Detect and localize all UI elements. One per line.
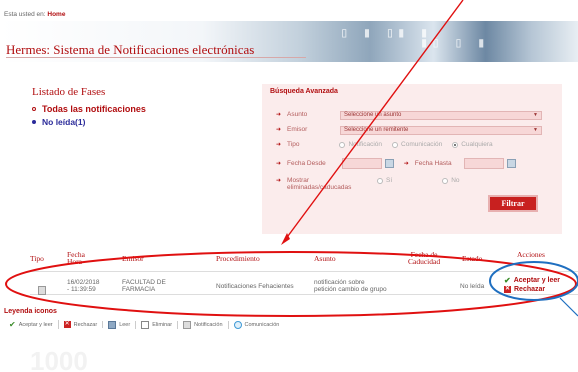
phase-unread[interactable]: No leída(1) xyxy=(32,117,146,127)
th-acciones: Acciones xyxy=(517,250,545,259)
mostrar-row: ➜ Mostrar eliminadas/caducadas Sí No xyxy=(276,177,470,191)
accept-icon: ✔ xyxy=(9,320,16,329)
arrow-icon: ➜ xyxy=(276,142,282,148)
fecha-hasta-label: Fecha Hasta xyxy=(414,160,452,167)
mostrar-label: Mostrar eliminadas/caducadas xyxy=(287,177,352,191)
fecha-hasta-input[interactable] xyxy=(463,158,504,169)
advanced-search-title: Búsqueda Avanzada xyxy=(270,88,338,95)
banner-decoration: ▯ ▮ ▯▮ ▮ xyxy=(340,25,432,41)
legend-item-communication: Comunicación xyxy=(229,320,285,329)
calendar-icon[interactable] xyxy=(384,159,394,168)
annotation-blue-line xyxy=(559,297,578,317)
bullet-icon xyxy=(32,120,36,124)
legend-item-notification: Notificación xyxy=(178,320,229,329)
table-header: Tipo Fecha Hora Emisor Procedimiento Asun… xyxy=(0,250,578,270)
delete-icon xyxy=(141,320,150,329)
filter-button[interactable]: Filtrar xyxy=(488,195,538,212)
bullet-icon xyxy=(32,107,36,111)
chevron-down-icon: ▼ xyxy=(533,112,538,118)
arrow-icon: ➜ xyxy=(276,178,282,184)
advanced-search-panel: Búsqueda Avanzada ➜ Asunto Seleccione un… xyxy=(262,84,562,234)
notification-icon xyxy=(38,286,46,295)
cell-fecha: 16/02/2018- 11:39:59 xyxy=(67,279,100,293)
fecha-desde-input[interactable] xyxy=(341,158,382,169)
th-asunto: Asunto xyxy=(314,254,336,263)
watermark: 1000 xyxy=(30,346,88,372)
arrow-icon: ➜ xyxy=(403,161,409,167)
legend-item-accept: ✔ Aceptar y leer xyxy=(4,320,59,329)
legend-title: Leyenda iconos xyxy=(4,308,57,315)
reject-link[interactable]: ✕ Rechazar xyxy=(504,286,545,293)
emisor-label: Emisor xyxy=(287,126,308,133)
mostrar-radio-si[interactable]: Sí xyxy=(377,177,392,184)
breadcrumb: Esta usted en: Home xyxy=(4,11,65,18)
accept-read-link[interactable]: ✔ Aceptar y leer xyxy=(504,276,560,285)
calendar-icon[interactable] xyxy=(506,159,516,168)
asunto-row: ➜ Asunto xyxy=(276,111,307,118)
th-caducidad: Fecha de Caducidad xyxy=(408,250,441,266)
cell-estado: No leída xyxy=(460,283,485,290)
communication-icon xyxy=(233,320,242,329)
tipo-row: ➜ Tipo Notificación Comunicación Cualqui… xyxy=(276,141,503,148)
app-title: Hermes: Sistema de Notificaciones electr… xyxy=(6,42,255,57)
phase-label: Todas las notificaciones xyxy=(42,104,146,114)
accept-icon: ✔ xyxy=(504,276,511,285)
reject-icon: ✕ xyxy=(504,286,511,293)
asunto-label: Asunto xyxy=(287,111,308,118)
reject-icon: ✕ xyxy=(63,321,71,328)
table-row[interactable]: 16/02/2018- 11:39:59 FACULTAD DE FARMACIA… xyxy=(30,271,578,295)
asunto-select[interactable]: Seleccione un asunto ▼ xyxy=(340,111,542,120)
emisor-select[interactable]: Seleccione un remitente ▼ xyxy=(340,126,542,135)
read-icon xyxy=(108,320,117,329)
chevron-down-icon: ▼ xyxy=(533,127,538,133)
annotation-arrowhead xyxy=(281,233,290,245)
legend-item-delete: Eliminar xyxy=(136,320,179,329)
th-tipo: Tipo xyxy=(30,254,44,263)
icon-legend: ✔ Aceptar y leer ✕ Rechazar Leer Elimina… xyxy=(4,320,284,329)
title-divider xyxy=(6,57,306,58)
cell-asunto: notificación sobre petición cambio de gru… xyxy=(314,279,387,293)
arrow-icon: ➜ xyxy=(276,127,282,133)
legend-item-read: Leer xyxy=(103,320,137,329)
fecha-desde-label: Fecha Desde xyxy=(287,160,326,167)
phase-label: No leída(1) xyxy=(42,117,86,127)
tipo-radio-notificacion[interactable]: Notificación xyxy=(339,141,382,148)
tipo-radio-cualquiera[interactable]: Cualquiera xyxy=(452,141,493,148)
th-procedimiento: Procedimiento xyxy=(216,254,260,263)
arrow-icon: ➜ xyxy=(276,112,282,118)
asunto-select-value: Seleccione un asunto xyxy=(344,112,402,118)
fecha-row: ➜ Fecha Desde ➜ Fecha Hasta xyxy=(276,158,516,169)
phases-title: Listado de Fases xyxy=(32,86,106,98)
tipo-label: Tipo xyxy=(287,141,300,148)
breadcrumb-prefix: Esta usted en: xyxy=(4,11,46,18)
emisor-row: ➜ Emisor xyxy=(276,126,307,133)
emisor-select-value: Seleccione un remitente xyxy=(344,127,409,133)
mostrar-radio-no[interactable]: No xyxy=(442,177,460,184)
notification-icon xyxy=(183,320,192,329)
cell-procedimiento: Notificaciones Fehacientes xyxy=(216,283,294,290)
th-emisor: Emisor xyxy=(122,254,144,263)
arrow-icon: ➜ xyxy=(276,161,282,167)
breadcrumb-home-link[interactable]: Home xyxy=(47,11,65,18)
cell-emisor: FACULTAD DE FARMACIA xyxy=(122,279,166,293)
legend-item-reject: ✕ Rechazar xyxy=(59,321,104,328)
th-fecha: Fecha Hora xyxy=(67,250,85,266)
banner-decoration: ▮▯ ▯ ▮ xyxy=(420,35,489,51)
phase-all-notifications[interactable]: Todas las notificaciones xyxy=(32,104,146,114)
th-estado: Estado xyxy=(462,254,483,263)
phases-panel: Listado de Fases Todas las notificacione… xyxy=(32,86,146,130)
tipo-radio-comunicacion[interactable]: Comunicación xyxy=(392,141,442,148)
